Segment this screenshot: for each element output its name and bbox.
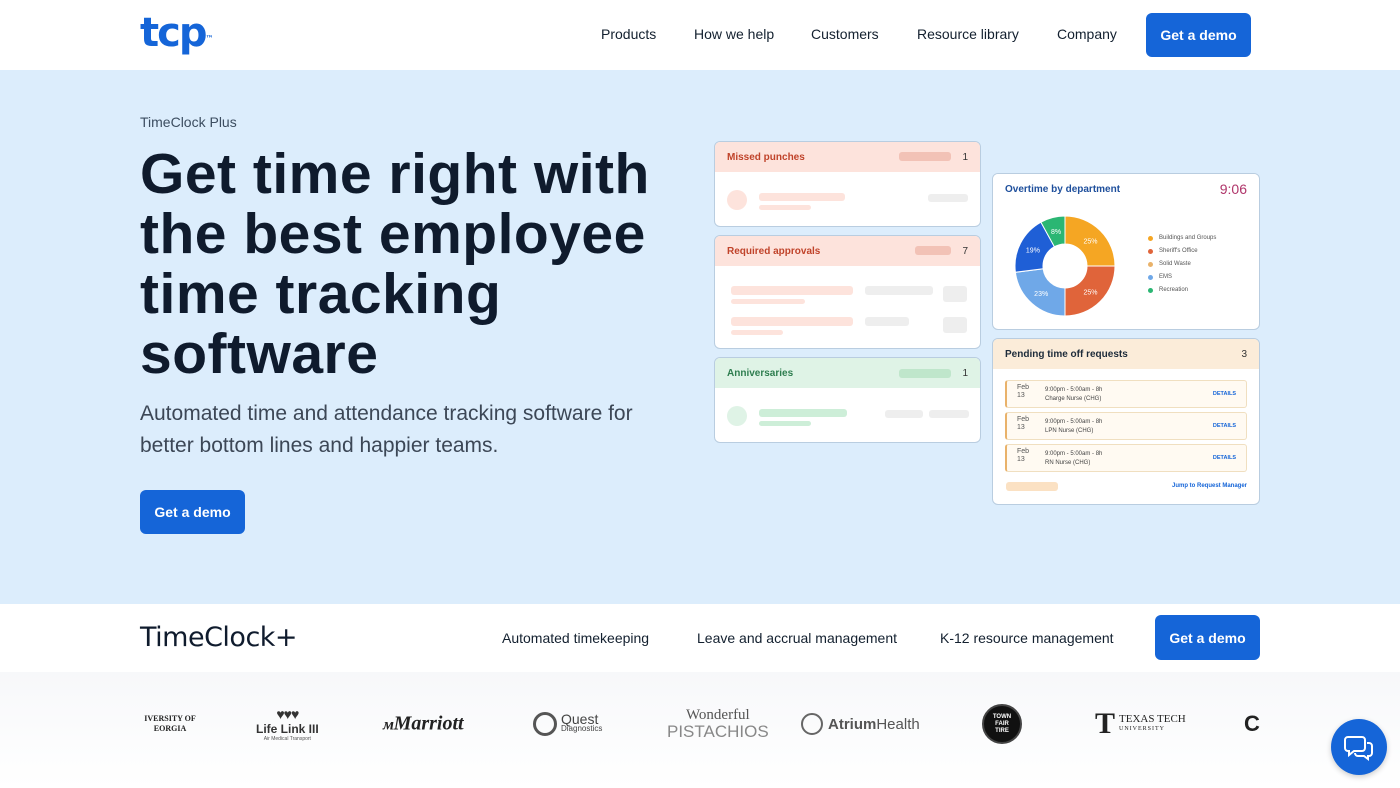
placeholder <box>943 286 967 302</box>
marriott-logo: ᴍMarriott <box>383 712 464 735</box>
legend-item: Buildings and Groups <box>1148 235 1216 241</box>
placeholder <box>759 421 811 426</box>
legend-item: Sheriff's Office <box>1148 248 1198 254</box>
nav-products[interactable]: Products <box>601 26 656 42</box>
hero-subtitle: Automated time and attendance tracking s… <box>140 402 633 457</box>
placeholder-avatar <box>727 190 747 210</box>
wonderful-pistachios-logo: Wonderful PISTACHIOS <box>667 707 769 741</box>
donut-slice-label: 25% <box>1083 239 1097 246</box>
nav-company[interactable]: Company <box>1057 26 1117 42</box>
placeholder <box>899 369 951 378</box>
customer-logos: IVERSITY OF EORGIA ♥♥♥ Life Link III Air… <box>0 672 1400 788</box>
overtime-donut-chart: 25% 25% 23% 19% 8% <box>1014 215 1116 317</box>
timeoff-card: Pending time off requests 3 Feb 13 9:00pm… <box>992 338 1260 505</box>
placeholder <box>899 152 951 161</box>
donut-slice-label: 25% <box>1083 289 1097 296</box>
missed-punches-count: 1 <box>962 151 968 163</box>
placeholder <box>865 317 909 326</box>
hero: TimeClock Plus Get time right with the b… <box>0 70 1400 604</box>
placeholder <box>928 194 968 202</box>
uga-logo: IVERSITY OF EORGIA <box>144 714 196 733</box>
timeoff-header: Pending time off requests 3 <box>993 339 1259 369</box>
donut-slice-label: 19% <box>1026 248 1040 255</box>
placeholder <box>731 330 783 335</box>
chat-icon <box>1344 736 1373 761</box>
placeholder <box>759 193 845 201</box>
partial-logo: C <box>1244 711 1260 736</box>
subnav-k12-resource[interactable]: K-12 resource management <box>940 630 1114 646</box>
missed-punches-title: Missed punches <box>727 151 805 163</box>
missed-punches-card: Missed punches 1 <box>714 141 981 227</box>
nav-customers[interactable]: Customers <box>811 26 879 42</box>
overtime-title: Overtime by department <box>1005 183 1121 195</box>
details-link[interactable]: DETAILS <box>1213 423 1236 429</box>
nav-resource-library[interactable]: Resource library <box>917 26 1019 42</box>
nav-get-demo-button[interactable]: Get a demo <box>1146 13 1251 57</box>
subnav-automated-timekeeping[interactable]: Automated timekeeping <box>502 630 649 646</box>
placeholder-avatar <box>727 406 747 426</box>
texas-tech-logo: T TEXAS TECH UNIVERSITY <box>1095 707 1186 740</box>
town-fair-tire-logo: TOWN FAIR TIRE <box>982 704 1022 744</box>
donut-slice-label: 8% <box>1051 229 1061 236</box>
legend-item: Recreation <box>1148 287 1188 293</box>
legend-item: Solid Waste <box>1148 261 1191 267</box>
quest-logo: Quest Diagnostics <box>533 712 602 736</box>
top-nav: tcp™ Products How we help Customers Reso… <box>0 0 1400 70</box>
chat-button[interactable] <box>1331 719 1387 775</box>
jump-to-request-manager-link[interactable]: Jump to Request Manager <box>1172 483 1247 489</box>
details-link[interactable]: DETAILS <box>1213 391 1236 397</box>
timeoff-count: 3 <box>1241 348 1247 360</box>
timeoff-request-row: Feb 13 9:00pm - 5:00am - 8h LPN Nurse (CHG… <box>1005 412 1247 440</box>
anniversaries-title: Anniversaries <box>727 367 794 379</box>
placeholder <box>943 317 967 333</box>
anniversaries-count: 1 <box>962 367 968 379</box>
timeclock-plus-logo[interactable]: TimeClock+ <box>140 622 298 653</box>
tcp-logo[interactable]: tcp™ <box>140 13 213 53</box>
hero-eyebrow: TimeClock Plus <box>140 114 237 130</box>
placeholder <box>885 410 923 418</box>
placeholder <box>731 299 805 304</box>
hero-headline: Get time right with the best employee ti… <box>140 142 650 386</box>
placeholder <box>915 246 951 255</box>
overtime-time: 9:06 <box>1219 181 1247 197</box>
placeholder <box>731 286 853 295</box>
placeholder <box>865 286 933 295</box>
required-approvals-title: Required approvals <box>727 245 821 257</box>
anniversaries-card: Anniversaries 1 <box>714 357 981 443</box>
required-approvals-count: 7 <box>962 245 968 257</box>
overtime-card: Overtime by department 9:06 25% 25% 23% 19%… <box>992 173 1260 330</box>
details-link[interactable]: DETAILS <box>1213 455 1236 461</box>
hero-get-demo-button[interactable]: Get a demo <box>140 490 245 534</box>
donut-slice-label: 23% <box>1034 291 1048 298</box>
nav-how-we-help[interactable]: How we help <box>694 26 774 42</box>
lifelink-logo: ♥♥♥ Life Link III Air Medical Transport <box>256 706 319 742</box>
timeoff-title: Pending time off requests <box>1005 348 1128 360</box>
placeholder <box>1006 482 1058 491</box>
atrium-health-logo: Atrium Health <box>801 713 920 735</box>
timeoff-request-row: Feb 13 9:00pm - 5:00am - 8h Charge Nurse (… <box>1005 380 1247 408</box>
legend-item: EMS <box>1148 274 1172 280</box>
subnav-leave-accrual[interactable]: Leave and accrual management <box>697 630 897 646</box>
overtime-header: Overtime by department 9:06 <box>993 174 1259 204</box>
placeholder <box>759 409 847 417</box>
placeholder <box>929 410 969 418</box>
required-approvals-card: Required approvals 7 <box>714 235 981 349</box>
product-subnav: TimeClock+ Automated timekeeping Leave a… <box>0 604 1400 672</box>
placeholder <box>731 317 853 326</box>
placeholder <box>759 205 811 210</box>
timeoff-request-row: Feb 13 9:00pm - 5:00am - 8h RN Nurse (CHG)… <box>1005 444 1247 472</box>
subnav-get-demo-button[interactable]: Get a demo <box>1155 615 1260 660</box>
